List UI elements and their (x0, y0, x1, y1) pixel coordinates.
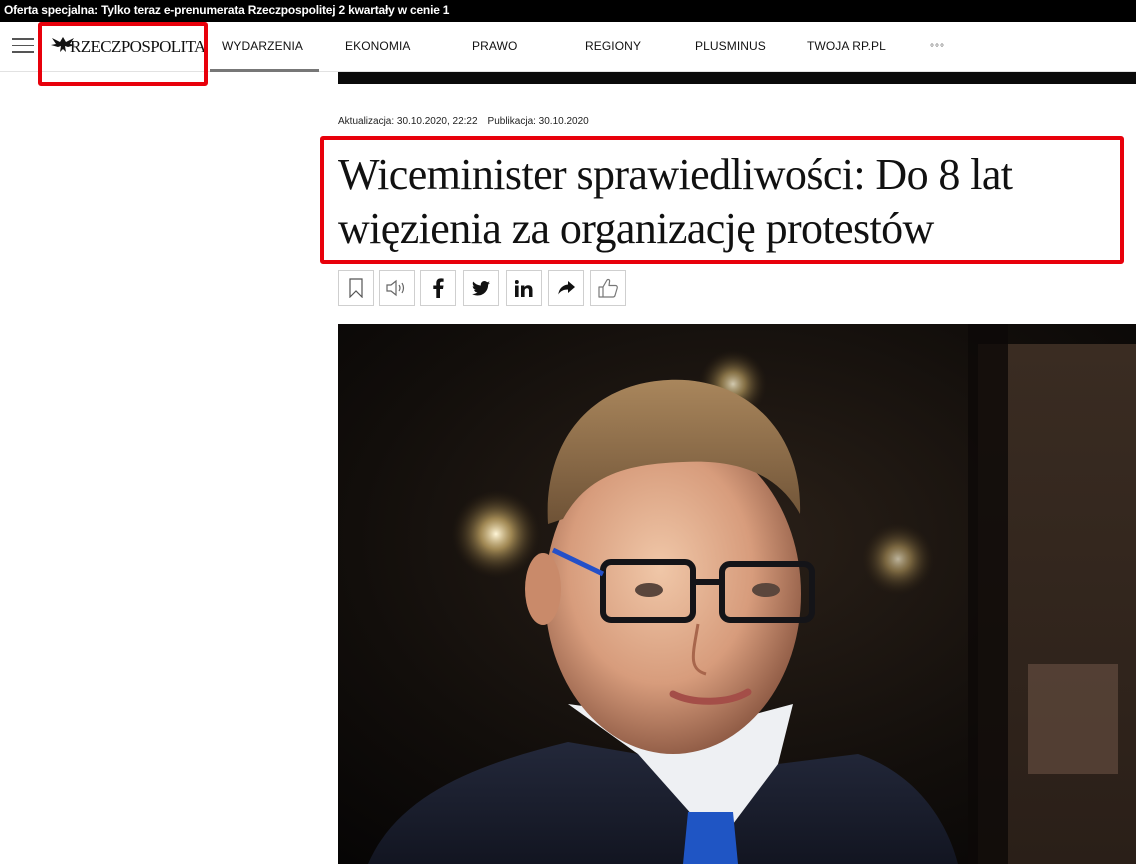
nav-item-ekonomia[interactable]: EKONOMIA (345, 39, 410, 53)
promo-text[interactable]: Oferta specjalna: Tylko teraz e-prenumer… (4, 3, 449, 17)
portrait-photo (338, 324, 1136, 864)
article-title-line-2: więzienia za organizację protestów (338, 204, 934, 253)
article-meta: Aktualizacja: 30.10.2020, 22:22 Publikacj… (338, 116, 589, 127)
logo-wordmark: RZECZPOSPOLITA (70, 37, 206, 56)
published-date: Publikacja: 30.10.2020 (487, 116, 589, 127)
linkedin-share-button[interactable] (506, 270, 542, 306)
top-navigation: RZECZPOSPOLITA WYDARZENIA EKONOMIA PRAWO… (0, 22, 1136, 72)
bookmark-button[interactable] (338, 270, 374, 306)
site-logo[interactable]: RZECZPOSPOLITA (42, 26, 206, 66)
promo-bar[interactable]: Oferta specjalna: Tylko teraz e-prenumer… (0, 0, 1136, 22)
share-arrow-icon (557, 281, 575, 295)
dark-banner-strip (338, 72, 1136, 84)
article-hero-image (338, 324, 1136, 864)
hamburger-menu-icon[interactable] (12, 38, 34, 56)
listen-button[interactable] (379, 270, 415, 306)
speaker-icon (386, 279, 405, 297)
nav-item-plusminus[interactable]: PLUSMINUS (695, 39, 766, 53)
like-button[interactable] (590, 270, 626, 306)
more-menu-icon[interactable]: °°° (930, 43, 945, 54)
bookmark-icon (349, 278, 363, 298)
twitter-icon (472, 280, 490, 296)
thumbs-up-icon (598, 278, 618, 298)
nav-item-twoja-rp[interactable]: TWOJA RP.PL (807, 39, 886, 53)
nav-item-regiony[interactable]: REGIONY (585, 39, 641, 53)
nav-item-wydarzenia[interactable]: WYDARZENIA (209, 39, 320, 72)
nav-item-prawo[interactable]: PRAWO (472, 39, 517, 53)
updated-date: Aktualizacja: 30.10.2020, 22:22 (338, 116, 478, 127)
twitter-share-button[interactable] (463, 270, 499, 306)
share-button[interactable] (548, 270, 584, 306)
facebook-icon (433, 278, 444, 298)
facebook-share-button[interactable] (420, 270, 456, 306)
linkedin-icon (515, 279, 533, 297)
article-title-line-1: Wiceminister sprawiedliwości: Do 8 lat (338, 150, 1013, 199)
article-title: Wiceminister sprawiedliwości: Do 8 lat w… (338, 148, 1118, 256)
